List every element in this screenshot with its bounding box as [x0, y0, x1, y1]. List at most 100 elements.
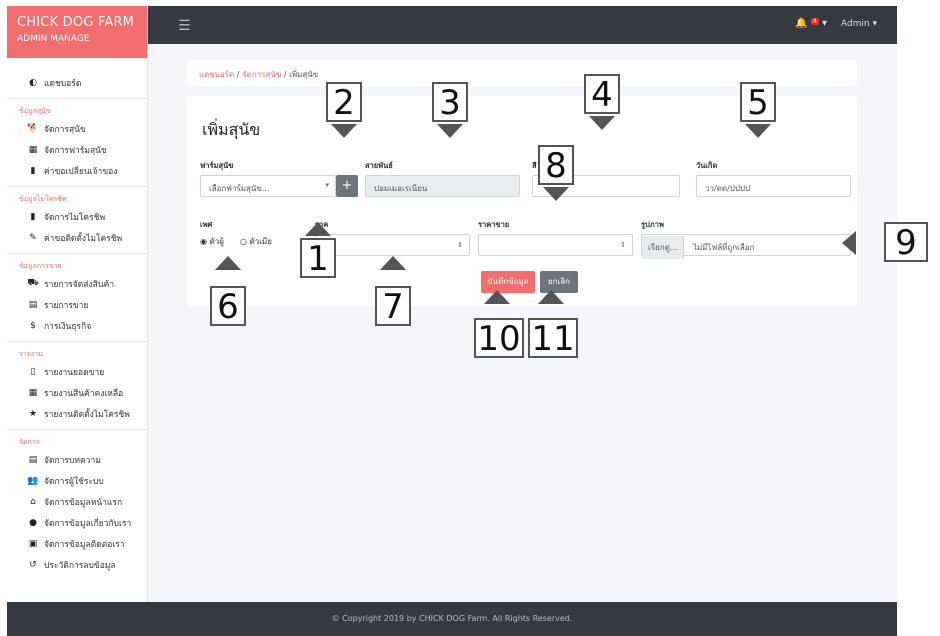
sidebar-section-title: รายงาน — [19, 350, 43, 358]
image-label: รูปภาพ — [641, 220, 664, 229]
spinner-icon: ⇕ — [620, 241, 626, 249]
callout-arrow — [543, 187, 569, 201]
dollar-icon: $ — [30, 320, 36, 331]
sidebar-item[interactable]: ▤ รายการขาย — [7, 294, 147, 315]
callout-arrow — [331, 124, 357, 138]
price-input[interactable]: ⇕ — [315, 234, 470, 256]
notifications-button[interactable]: 🔔 4 ▾ — [795, 18, 827, 29]
sidebar-item[interactable]: $ การเงินธุรกิจ — [7, 315, 147, 336]
sidebar-item[interactable]: ↺ ประวัติการลบข้อมูล — [7, 554, 147, 575]
sidebar-section-title: จัดการ — [19, 438, 40, 446]
truck-icon: ⛟ — [27, 278, 39, 288]
birthdate-field[interactable]: วว/ดด/ปปปป — [696, 175, 851, 197]
sidebar-item-label: ค่าขอเปลี่ยนเจ้าของ — [44, 166, 118, 177]
sidebar-item[interactable]: ▤ จัดการบทความ — [7, 449, 147, 470]
brand-title: CHICK DOG FARM — [17, 15, 135, 30]
callout-arrow — [215, 256, 241, 270]
brand[interactable]: CHICK DOG FARM ADMIN MANAGE — [7, 6, 147, 58]
sidebar-item[interactable]: ⛟ รายการจัดส่งสินค้า — [7, 273, 147, 294]
image-file-input[interactable]: เรียกดู... ไม่มีไฟล์ที่ถูกเลือก — [641, 234, 851, 259]
dashboard-icon: ◐ — [29, 77, 37, 88]
sidebar-item[interactable]: 👥 จัดการผู้ใช้ระบบ — [7, 470, 147, 491]
sidebar-item[interactable]: ▦ รายงานสินค้าคงเหลือ — [7, 382, 147, 403]
sidebar-item[interactable]: ▮ จัดการไมโครชิพ — [7, 206, 147, 227]
sidebar-item-label: จัดการผู้ใช้ระบบ — [44, 476, 104, 487]
radio-female-label: ตัวเมีย — [249, 237, 272, 246]
chevron-down-icon: ▾ — [872, 19, 877, 29]
radio-male[interactable]: ◉ ตัวผู้ — [200, 235, 224, 248]
callout-11: 11 — [528, 318, 578, 358]
sidebar-item-label: จัดการบทความ — [44, 455, 101, 466]
user-menu[interactable]: Admin ▾ — [841, 19, 877, 29]
callout-arrow — [484, 290, 510, 304]
sidebar-item-dashboard[interactable]: ◐ แดชบอร์ด — [7, 72, 147, 93]
farm-icon: ▦ — [28, 144, 38, 155]
callout-7: 7 — [375, 286, 411, 326]
radio-male-label: ตัวผู้ — [209, 237, 224, 246]
divider — [7, 186, 147, 187]
wrench-icon: ✎ — [29, 232, 37, 243]
brand-subtitle: ADMIN MANAGE — [17, 34, 90, 44]
sex-label: เพศ — [200, 220, 213, 229]
breed-field[interactable]: ปอมเมอเรเนียน — [365, 175, 520, 197]
browse-button[interactable]: เรียกดู... — [642, 236, 685, 259]
callout-arrow — [842, 231, 856, 255]
sidebar: CHICK DOG FARM ADMIN MANAGE ◐ แดชบอร์ด ข… — [7, 6, 148, 602]
sidebar-item[interactable]: ▣ จัดการข้อมูลติดต่อเรา — [7, 533, 147, 554]
receipt-icon: ▤ — [28, 299, 38, 310]
farm-label: ฟาร์มสุนัข — [200, 161, 234, 170]
sidebar-item-label: รายงานติดตั้งไมโครชิพ — [44, 409, 130, 420]
breed-label: สายพันธ์ — [365, 161, 393, 170]
callout-arrow — [589, 116, 615, 130]
contact-card-icon: ▣ — [28, 538, 38, 549]
farm-select-value: เลือกฟาร์มสุนัข... — [209, 184, 270, 193]
sidebar-item-label: รายการจัดส่งสินค้า — [44, 279, 115, 290]
sidebar-item[interactable]: ✎ ค่าขอติดตั้งไมโครชิพ — [7, 227, 147, 248]
add-farm-button[interactable]: + — [336, 175, 358, 197]
sidebar-item-label: ค่าขอติดตั้งไมโครชิพ — [44, 233, 123, 244]
dog-icon: 🐕 — [27, 123, 39, 134]
spinner-icon: ⇕ — [457, 241, 463, 249]
breadcrumb-current: เพิ่มสุนัข — [289, 70, 319, 79]
users-icon: 👥 — [27, 475, 39, 486]
callout-2: 2 — [326, 82, 362, 122]
calendar-icon: ▦ — [28, 387, 38, 398]
hamburger-menu-icon[interactable]: ☰ — [178, 18, 191, 34]
breadcrumb-home-link[interactable]: แดชบอร์ด — [199, 70, 234, 79]
user-name: Admin — [840, 19, 870, 29]
sidebar-item[interactable]: ● จัดการข้อมูลเกี่ยวกับเรา — [7, 512, 147, 533]
sidebar-item-label: รายการขาย — [44, 300, 89, 311]
sidebar-section-title: ข้อมูลสุนัข — [19, 107, 51, 115]
sidebar-item[interactable]: ⌂ จัดการข้อมูลหน้าแรก — [7, 491, 147, 512]
history-icon: ↺ — [29, 559, 37, 570]
divider — [7, 98, 147, 99]
sidebar-item-label: รายงานสินค้าคงเหลือ — [44, 388, 124, 399]
sidebar-item[interactable]: ▮ ค่าขอเปลี่ยนเจ้าของ — [7, 160, 147, 181]
sidebar-item[interactable]: 🐕 จัดการสุนัข — [7, 118, 147, 139]
page-title: เพิ่มสุนัข — [202, 120, 261, 139]
farm-select[interactable]: เลือกฟาร์มสุนัข... ▾ — [200, 175, 336, 197]
radio-unchecked-icon: ○ — [240, 237, 247, 246]
sidebar-item[interactable]: ▦ จัดการฟาร์มสุนัข — [7, 139, 147, 160]
callout-6: 6 — [210, 286, 246, 326]
sidebar-item-label: จัดการสุนัข — [44, 124, 86, 135]
callout-4: 4 — [584, 74, 620, 114]
breadcrumb-parent-link[interactable]: จัดการสุนัข — [242, 70, 281, 79]
file-status: ไม่มีไฟล์ที่ถูกเลือก — [692, 243, 755, 252]
callout-5: 5 — [740, 82, 776, 122]
sidebar-item[interactable]: ▯ รายงานยอดขาย — [7, 361, 147, 382]
sell-price-input[interactable]: ⇕ — [478, 234, 633, 256]
notification-badge: 4 — [810, 18, 819, 25]
sidebar-item[interactable]: ★ รายงานติดตั้งไมโครชิพ — [7, 403, 147, 424]
breed-value: ปอมเมอเรเนียน — [374, 184, 428, 193]
sidebar-section-title: ข้อมูลไมโครชิพ — [19, 195, 67, 203]
callout-arrow — [538, 290, 564, 304]
sidebar-item-label: จัดการข้อมูลติดต่อเรา — [44, 539, 125, 550]
sidebar-section-title: ข้อมูลการขาย — [19, 262, 62, 270]
topbar: ☰ 🔔 4 ▾ Admin ▾ — [148, 6, 897, 44]
sidebar-sections: ข้อมูลสุนัข 🐕 จัดการสุนัข ▦ จัดการฟาร์มสุนัข… — [7, 104, 147, 575]
callout-8: 8 — [538, 145, 574, 185]
radio-female[interactable]: ○ ตัวเมีย — [240, 235, 272, 248]
divider — [7, 429, 147, 430]
birthdate-label: วันเกิด — [696, 161, 718, 170]
